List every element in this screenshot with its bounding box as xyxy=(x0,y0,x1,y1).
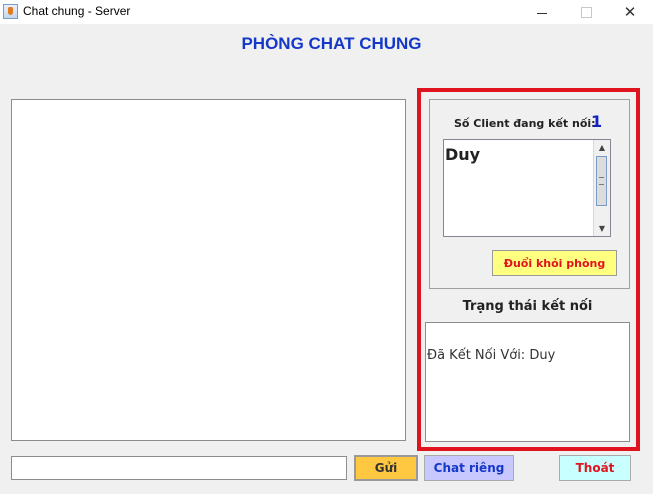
close-button[interactable]: ✕ xyxy=(608,0,652,24)
send-button[interactable]: Gửi xyxy=(354,455,418,481)
exit-button[interactable]: Thoát xyxy=(559,455,631,481)
room-title: PHÒNG CHAT CHUNG xyxy=(241,34,422,53)
private-chat-button[interactable]: Chat riêng xyxy=(424,455,514,481)
minimize-button[interactable] xyxy=(520,0,564,24)
minimize-icon xyxy=(537,12,547,14)
message-input[interactable] xyxy=(11,456,347,480)
chat-log-area[interactable] xyxy=(11,99,406,441)
window-title: Chat chung - Server xyxy=(23,4,131,18)
maximize-button[interactable] xyxy=(564,0,608,24)
close-icon: ✕ xyxy=(623,3,637,21)
window-titlebar: Chat chung - Server ✕ xyxy=(0,0,653,24)
maximize-icon xyxy=(580,6,592,18)
java-app-icon xyxy=(3,4,18,19)
highlight-box xyxy=(417,88,640,451)
